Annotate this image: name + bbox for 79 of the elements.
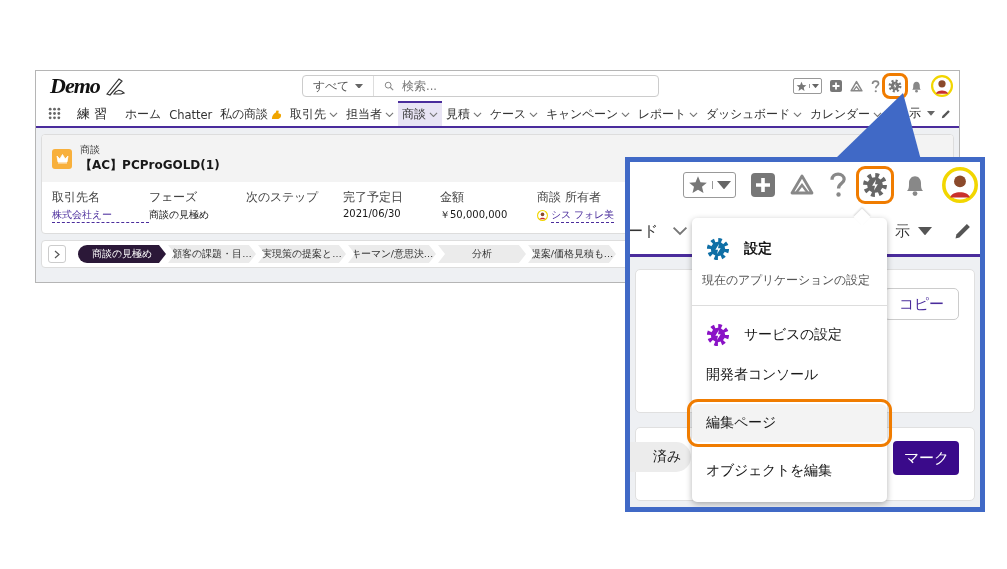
chevron-down-icon xyxy=(689,111,699,118)
app-name: 練 習 xyxy=(76,104,109,123)
chevron-down-icon xyxy=(793,111,803,118)
chevron-down-icon xyxy=(672,226,688,236)
favorites-button[interactable] xyxy=(683,172,736,198)
field-value: ￥50,000,000 xyxy=(440,208,509,222)
search-field[interactable]: すべて 検索... xyxy=(302,75,659,97)
nav-tab[interactable]: ダッシュボード xyxy=(702,101,807,126)
chevron-right-icon xyxy=(54,249,60,259)
chevron-down-icon xyxy=(329,111,339,118)
status-pill[interactable]: 済み xyxy=(630,442,691,472)
add-icon[interactable] xyxy=(751,173,775,197)
menu-item[interactable]: サービスの設定 xyxy=(692,314,887,356)
menu-item[interactable]: オブジェクトを編集 xyxy=(692,452,887,490)
app-launcher-icon[interactable] xyxy=(48,107,61,120)
chevron-down-icon xyxy=(621,111,631,118)
nav-tab[interactable]: 見積 xyxy=(442,101,487,126)
menu-item[interactable]: 設定 xyxy=(692,228,887,270)
caret-icon xyxy=(355,83,363,89)
help-icon[interactable] xyxy=(829,172,848,198)
nav-tab[interactable]: ード xyxy=(630,221,658,241)
field-label: 次のステップ xyxy=(246,190,320,205)
more-tab[interactable]: 示 xyxy=(895,221,910,241)
owner-link[interactable]: シス フォレ美 xyxy=(551,208,615,223)
more-tab[interactable]: 示 xyxy=(909,106,921,121)
field-label: 商談 所有者 xyxy=(537,190,602,205)
nav-tab[interactable]: キャンペーン xyxy=(542,101,635,126)
user-avatar-icon[interactable] xyxy=(537,210,548,221)
gear-icon[interactable] xyxy=(706,237,730,261)
hand-pencil-icon xyxy=(103,76,126,96)
nav-tab[interactable]: ホーム xyxy=(121,101,166,126)
object-type: 商談 xyxy=(80,143,101,157)
nav-tab[interactable]: 取引先 xyxy=(286,101,343,126)
caret-icon xyxy=(927,111,935,116)
field-label: 取引先名 xyxy=(52,190,101,205)
expand-button[interactable] xyxy=(48,245,66,263)
notification-bell-icon[interactable] xyxy=(910,79,923,93)
path-stage[interactable]: 商談の見極め xyxy=(78,245,166,263)
nav-tab[interactable]: 担当者 xyxy=(342,101,399,126)
path-stage[interactable]: 分析 xyxy=(438,245,526,263)
mountain-icon[interactable] xyxy=(849,79,863,93)
avatar-icon[interactable] xyxy=(942,167,979,203)
mountain-icon[interactable] xyxy=(790,173,814,197)
field-value: 商談の見極め xyxy=(149,208,210,222)
nav-tab[interactable]: レポート xyxy=(634,101,703,126)
copy-button[interactable]: コピー xyxy=(884,288,959,320)
logo-text: Demo xyxy=(50,73,100,99)
pencil-icon[interactable] xyxy=(941,108,951,119)
add-icon[interactable] xyxy=(829,80,842,92)
nav-tab[interactable]: ケース xyxy=(486,101,543,126)
menu-subtitle: 現在のアプリケーションの設定 xyxy=(701,272,871,289)
caret-icon xyxy=(918,226,932,236)
record-title: 【AC】PCProGOLD(1) xyxy=(80,157,220,174)
caret-icon xyxy=(808,83,821,89)
chevron-down-icon xyxy=(385,111,395,118)
chevron-down-icon xyxy=(429,111,439,118)
settings-icon[interactable] xyxy=(888,79,902,93)
help-icon[interactable] xyxy=(870,79,880,93)
path-stage[interactable]: キーマン/意思決… xyxy=(348,245,436,263)
crown-icon xyxy=(55,153,69,164)
field-label: フェーズ xyxy=(149,190,198,205)
nav-tab[interactable]: Chatter xyxy=(165,101,217,126)
path-stage[interactable]: 実現策の提案と… xyxy=(258,245,346,263)
nav-tab[interactable]: 私の商談 xyxy=(216,101,287,126)
pencil-icon[interactable] xyxy=(954,222,972,240)
field-label: 完了予定日 xyxy=(343,190,404,205)
menu-item[interactable]: 開発者コンソール xyxy=(692,356,887,394)
account-link[interactable]: 株式会社えー xyxy=(52,208,149,223)
gear-icon[interactable] xyxy=(706,323,730,347)
field-value: 2021/06/30 xyxy=(343,208,402,219)
chevron-down-icon xyxy=(529,111,539,118)
mark-button[interactable]: マーク xyxy=(893,441,959,475)
search-icon xyxy=(384,81,394,91)
settings-icon[interactable] xyxy=(862,172,889,198)
avatar-icon[interactable] xyxy=(931,75,953,97)
chevron-down-icon xyxy=(473,111,483,118)
nav-tab[interactable]: 商談 xyxy=(398,101,443,126)
field-label: 金額 xyxy=(440,190,465,205)
favorites-button[interactable] xyxy=(792,78,822,94)
